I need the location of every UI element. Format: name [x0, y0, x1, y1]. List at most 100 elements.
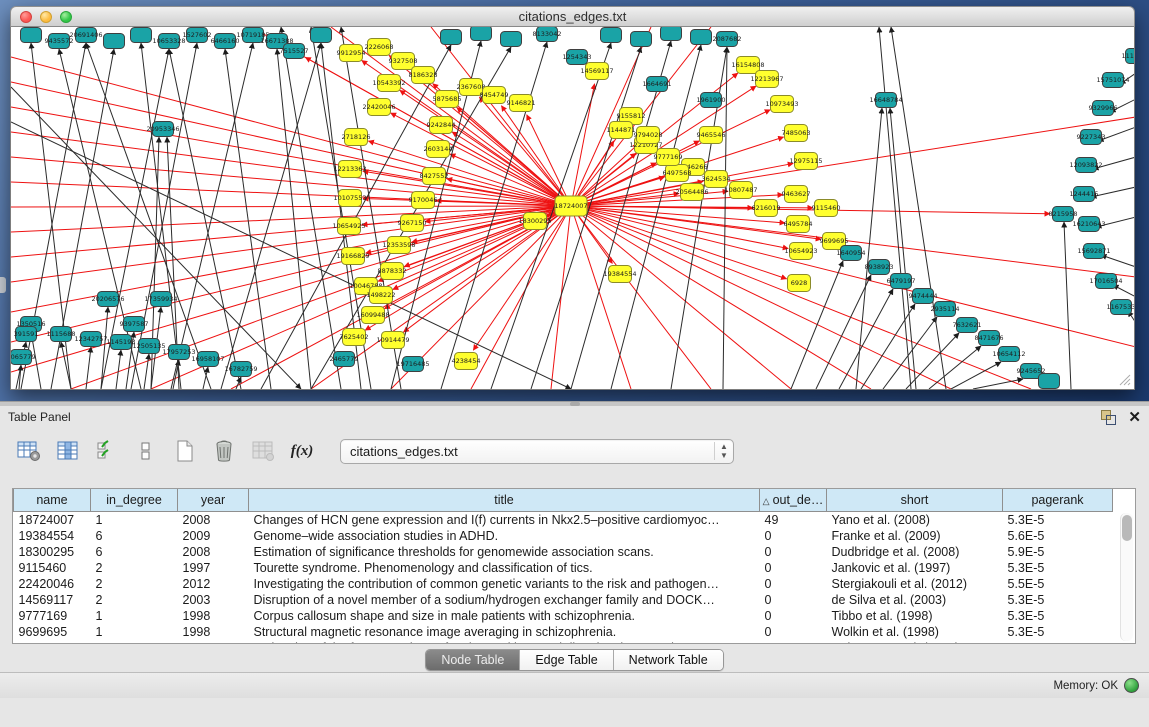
close-panel-icon[interactable]: ✕: [1128, 410, 1141, 425]
table-selector-dropdown[interactable]: citations_edges.txt ▲▼: [340, 439, 734, 464]
show-column-button[interactable]: [53, 436, 83, 466]
table-cell-out_degree[interactable]: 0: [760, 544, 827, 560]
table-row[interactable]: 1456911722003Disruption of a novel membe…: [14, 592, 1113, 608]
tab-node-table[interactable]: Node Table: [426, 650, 520, 670]
table-cell-out_degree[interactable]: 0: [760, 592, 827, 608]
column-header-title[interactable]: title: [249, 489, 760, 512]
table-cell-title[interactable]: Estimation of the future numbers of pati…: [249, 640, 760, 644]
table-row[interactable]: 2242004622012Investigating the contribut…: [14, 576, 1113, 592]
table-row[interactable]: 969969511998Structural magnetic resonanc…: [14, 624, 1113, 640]
table-cell-short[interactable]: Stergiakouli et al. (2012): [827, 576, 1003, 592]
table-row[interactable]: 1872400712008Changes of HCN gene express…: [14, 512, 1113, 529]
column-header-out_degree[interactable]: △out_de…: [760, 489, 827, 512]
graph-node[interactable]: [311, 28, 332, 43]
table-cell-year[interactable]: 1997: [178, 560, 249, 576]
table-settings-button[interactable]: [14, 436, 44, 466]
table-row[interactable]: 911546021997Tourette syndrome. Phenomeno…: [14, 560, 1113, 576]
graph-node[interactable]: [501, 32, 522, 47]
table-cell-short[interactable]: Jankovic et al. (1997): [827, 560, 1003, 576]
table-cell-name[interactable]: 22420046: [14, 576, 91, 592]
graph-node[interactable]: [631, 32, 652, 47]
table-cell-short[interactable]: Nakamura et al. (1997): [827, 640, 1003, 644]
table-cell-title[interactable]: Structural magnetic resonance image aver…: [249, 624, 760, 640]
table-cell-title[interactable]: Disruption of a novel member of a sodium…: [249, 592, 760, 608]
table-cell-name[interactable]: 18724007: [14, 512, 91, 529]
column-header-in_degree[interactable]: in_degree: [91, 489, 178, 512]
new-table-button[interactable]: [170, 436, 200, 466]
table-cell-out_degree[interactable]: 0: [760, 624, 827, 640]
table-cell-in_degree[interactable]: 2: [91, 560, 178, 576]
table-cell-title[interactable]: Genome–wide association studies in ADHD.: [249, 528, 760, 544]
graph-node[interactable]: [1039, 374, 1060, 389]
table-row[interactable]: 1938455462009Genome–wide association stu…: [14, 528, 1113, 544]
row-height-button[interactable]: [131, 436, 161, 466]
table-cell-year[interactable]: 1997: [178, 640, 249, 644]
table-cell-title[interactable]: Tourette syndrome. Phenomenology and cla…: [249, 560, 760, 576]
table-cell-in_degree[interactable]: 1: [91, 640, 178, 644]
graph-node[interactable]: [601, 28, 622, 43]
table-cell-year[interactable]: 1998: [178, 608, 249, 624]
table-cell-in_degree[interactable]: 6: [91, 528, 178, 544]
table-cell-short[interactable]: Yano et al. (2008): [827, 512, 1003, 529]
table-cell-short[interactable]: Tibbo et al. (1998): [827, 608, 1003, 624]
graph-node[interactable]: [661, 27, 682, 41]
table-cell-pagerank[interactable]: 5.3E-5: [1003, 608, 1113, 624]
function-builder-button[interactable]: f(x): [287, 436, 317, 466]
table-cell-out_degree[interactable]: 0: [760, 560, 827, 576]
delete-table-button[interactable]: [209, 436, 239, 466]
table-cell-out_degree[interactable]: 0: [760, 576, 827, 592]
table-cell-name[interactable]: 9699695: [14, 624, 91, 640]
table-row[interactable]: 1830029562008Estimation of significance …: [14, 544, 1113, 560]
graph-node[interactable]: [104, 34, 125, 49]
table-cell-in_degree[interactable]: 6: [91, 544, 178, 560]
table-scrollbar[interactable]: [1120, 513, 1133, 641]
table-cell-short[interactable]: Dudbridge et al. (2008): [827, 544, 1003, 560]
network-canvas[interactable]: 1872400718300295193845549912954222606893…: [10, 27, 1135, 390]
table-cell-name[interactable]: 14569117: [14, 592, 91, 608]
table-cell-short[interactable]: de Silva et al. (2003): [827, 592, 1003, 608]
graph-node[interactable]: [441, 30, 462, 45]
column-header-pagerank[interactable]: pagerank: [1003, 489, 1113, 512]
table-cell-year[interactable]: 2008: [178, 544, 249, 560]
table-cell-pagerank[interactable]: 5.3E-5: [1003, 592, 1113, 608]
table-scrollbar-thumb[interactable]: [1122, 515, 1132, 541]
table-cell-out_degree[interactable]: 0: [760, 608, 827, 624]
table-cell-in_degree[interactable]: 2: [91, 576, 178, 592]
table-cell-name[interactable]: 9465546: [14, 640, 91, 644]
import-table-button[interactable]: [248, 436, 278, 466]
table-cell-in_degree[interactable]: 1: [91, 624, 178, 640]
table-cell-in_degree[interactable]: 2: [91, 592, 178, 608]
table-cell-name[interactable]: 18300295: [14, 544, 91, 560]
table-cell-short[interactable]: Wolkin et al. (1998): [827, 624, 1003, 640]
graph-node[interactable]: [471, 27, 492, 41]
left-edge-handle[interactable]: [0, 277, 6, 293]
table-cell-pagerank[interactable]: 5.3E-5: [1003, 624, 1113, 640]
table-cell-pagerank[interactable]: 5.5E-5: [1003, 576, 1113, 592]
tab-network-table[interactable]: Network Table: [614, 650, 723, 670]
table-cell-title[interactable]: Investigating the contribution of common…: [249, 576, 760, 592]
table-row[interactable]: 946554611997Estimation of the future num…: [14, 640, 1113, 644]
column-header-short[interactable]: short: [827, 489, 1003, 512]
table-cell-pagerank[interactable]: 5.3E-5: [1003, 512, 1113, 529]
table-cell-pagerank[interactable]: 5.9E-5: [1003, 544, 1113, 560]
table-cell-title[interactable]: Changes of HCN gene expression and I(f) …: [249, 512, 760, 529]
table-cell-year[interactable]: 2008: [178, 512, 249, 529]
table-cell-pagerank[interactable]: 5.3E-5: [1003, 560, 1113, 576]
graph-node[interactable]: [691, 30, 712, 45]
table-cell-pagerank[interactable]: 5.6E-5: [1003, 528, 1113, 544]
table-cell-name[interactable]: 19384554: [14, 528, 91, 544]
table-cell-out_degree[interactable]: 0: [760, 528, 827, 544]
table-cell-pagerank[interactable]: 5.3E-5: [1003, 640, 1113, 644]
table-cell-title[interactable]: Corpus callosum shape and size in male p…: [249, 608, 760, 624]
tab-edge-table[interactable]: Edge Table: [520, 650, 613, 670]
resize-grip-icon[interactable]: [1116, 371, 1132, 387]
float-panel-icon[interactable]: [1101, 410, 1116, 425]
table-cell-short[interactable]: Franke et al. (2009): [827, 528, 1003, 544]
table-cell-out_degree[interactable]: 49: [760, 512, 827, 529]
graph-node[interactable]: [131, 28, 152, 43]
table-cell-title[interactable]: Estimation of significance thresholds fo…: [249, 544, 760, 560]
column-header-year[interactable]: year: [178, 489, 249, 512]
selection-mode-button[interactable]: [92, 436, 122, 466]
table-cell-year[interactable]: 2003: [178, 592, 249, 608]
graph-node[interactable]: [21, 28, 42, 43]
